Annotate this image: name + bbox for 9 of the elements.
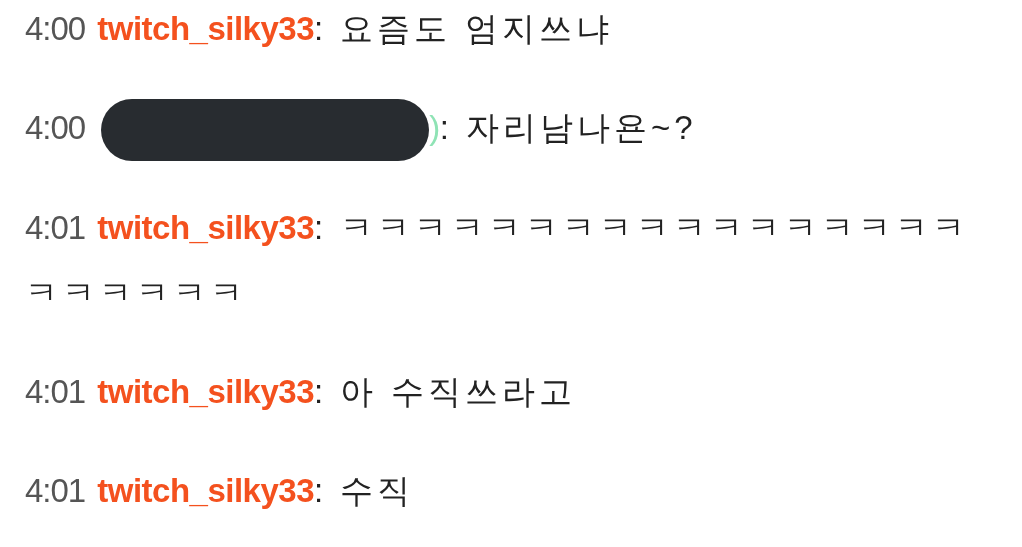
chat-message: 4:00 twitch_silky33: 요즘도 엄지쓰냐 <box>25 9 614 49</box>
chat-message: 4:00 ): 자리남나욘~? <box>25 95 992 162</box>
username[interactable]: twitch_silky33 <box>97 209 314 247</box>
username[interactable]: twitch_silky33 <box>97 10 314 47</box>
chat-message: 4:01 twitch_silky33: 아 수직쓰라고 <box>25 372 577 413</box>
chat-message: 4:01 twitch_silky33: ㅋㅋㅋㅋㅋㅋㅋㅋㅋㅋㅋㅋㅋㅋㅋㅋㅋㅋㅋㅋㅋㅋㅋ <box>25 208 971 314</box>
username[interactable]: twitch_silky33 <box>97 373 314 411</box>
username[interactable]: twitch_silky33 <box>97 472 314 510</box>
chat-message: 4:01 twitch_silky33: 수직 <box>25 471 416 512</box>
